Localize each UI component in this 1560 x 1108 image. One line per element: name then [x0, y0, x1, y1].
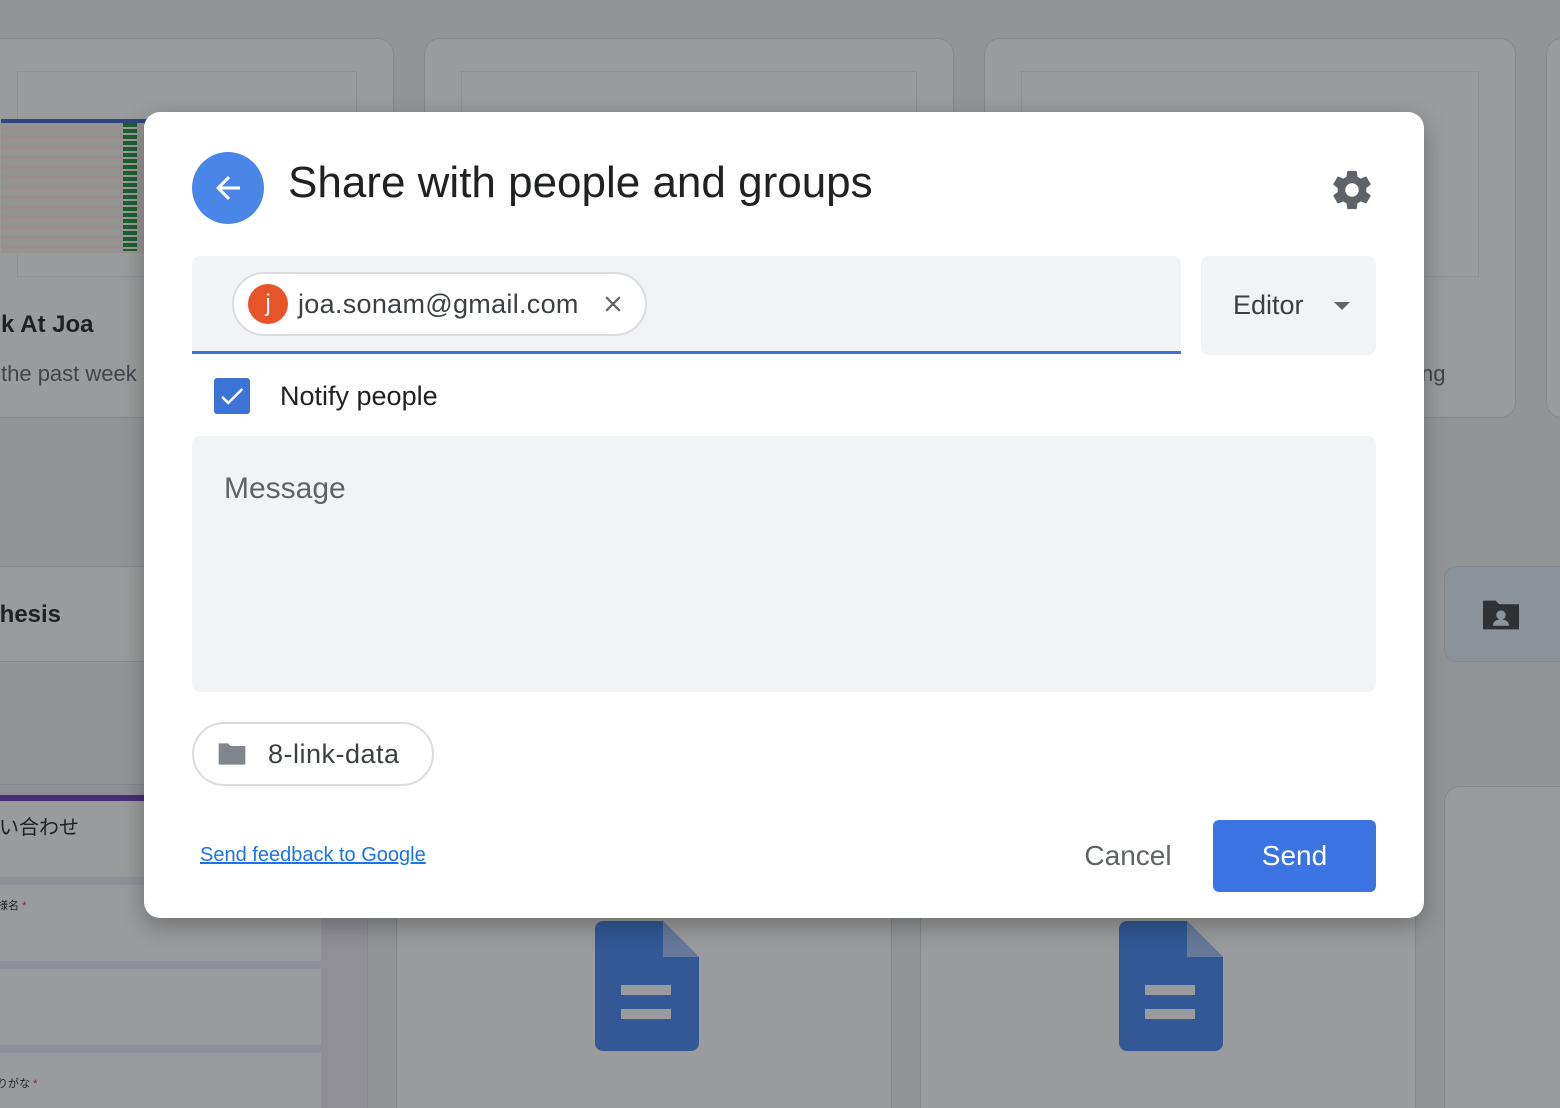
caret-down-icon [1334, 302, 1350, 310]
checkmark-icon [221, 387, 244, 405]
folder-chip[interactable]: 8-link-data [192, 722, 434, 786]
role-dropdown[interactable]: Editor [1201, 256, 1376, 355]
recipient-input[interactable]: j joa.sonam@gmail.com [192, 256, 1181, 354]
folder-name: 8-link-data [268, 738, 400, 769]
send-button[interactable]: Send [1213, 820, 1376, 892]
notify-people-label: Notify people [280, 380, 438, 411]
settings-button[interactable] [1324, 162, 1380, 218]
remove-recipient-button[interactable] [597, 288, 629, 320]
back-button[interactable] [192, 152, 264, 224]
notify-people-checkbox[interactable] [214, 378, 250, 414]
send-feedback-link[interactable]: Send feedback to Google [200, 844, 426, 867]
recipient-chip[interactable]: j joa.sonam@gmail.com [232, 272, 647, 336]
arrow-left-icon [216, 176, 240, 200]
folder-icon [218, 743, 246, 765]
gear-icon [1333, 170, 1371, 210]
close-icon [605, 296, 621, 312]
share-dialog: Share with people and groups j joa.sonam… [144, 112, 1424, 918]
role-selected-value: Editor [1233, 290, 1304, 320]
avatar: j [248, 284, 288, 324]
message-box [192, 436, 1376, 692]
recipient-email: joa.sonam@gmail.com [298, 288, 579, 319]
dialog-title: Share with people and groups [288, 158, 873, 207]
cancel-button[interactable]: Cancel [1060, 820, 1196, 892]
notify-people-row: Notify people [214, 376, 438, 416]
message-textarea[interactable] [192, 436, 1376, 692]
